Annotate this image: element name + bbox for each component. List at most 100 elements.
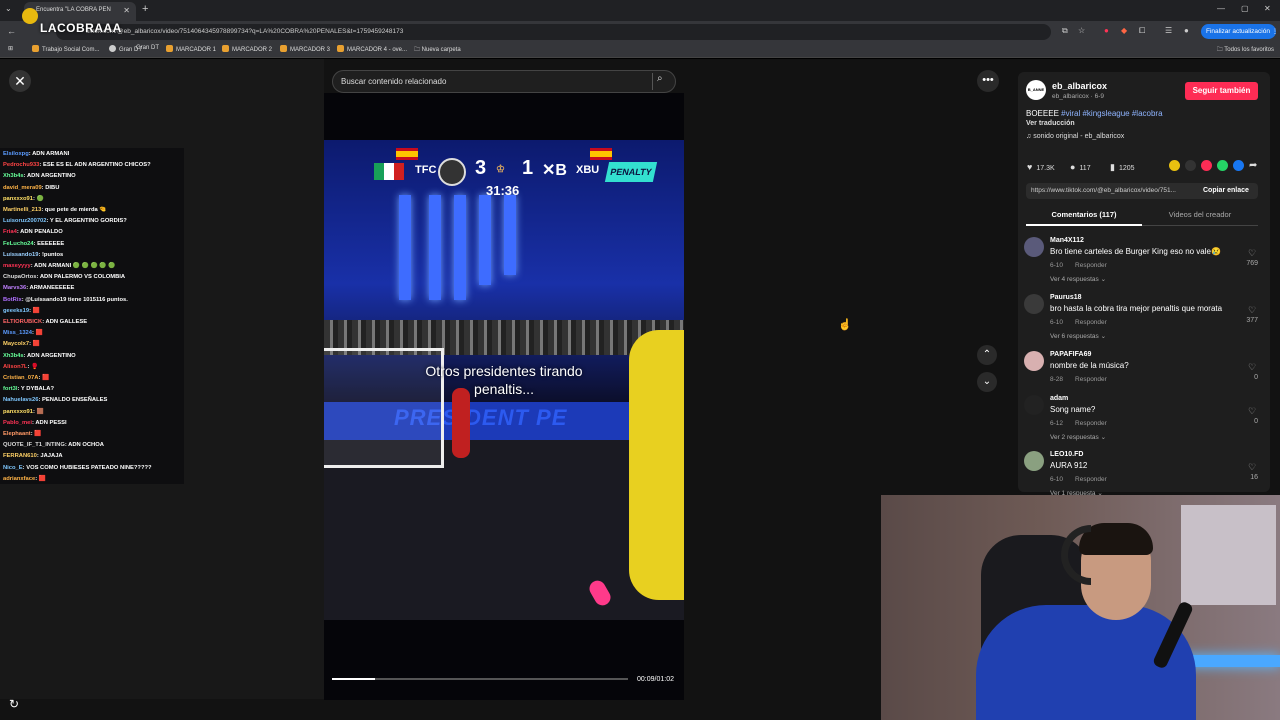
tab-creator-videos[interactable]: Videos del creador bbox=[1142, 204, 1258, 226]
comment-username[interactable]: adam bbox=[1050, 395, 1068, 402]
chat-username[interactable]: adrianxface bbox=[3, 476, 35, 482]
chat-username[interactable]: FERRAN610 bbox=[3, 453, 37, 459]
chat-username[interactable]: ChupaOrtos bbox=[3, 274, 37, 280]
comment-avatar[interactable] bbox=[1024, 451, 1044, 471]
browser-tab[interactable]: Encuentra "LA COBRA PEN ✕ bbox=[24, 2, 136, 21]
comment-username[interactable]: PAPAFIFA69 bbox=[1050, 351, 1091, 358]
media-icon[interactable]: ☰ bbox=[1165, 26, 1172, 35]
chat-username[interactable]: Elephaant bbox=[3, 431, 31, 437]
extensions-icon[interactable]: ⧠ bbox=[1139, 26, 1145, 36]
reply-button[interactable]: Responder bbox=[1075, 262, 1107, 269]
chat-username[interactable]: geeeks19 bbox=[3, 308, 29, 314]
bookmark-star-icon[interactable]: ☆ bbox=[1078, 26, 1085, 35]
update-button[interactable]: Finalizar actualización ⋮ bbox=[1201, 24, 1278, 39]
comment-stat[interactable]: ● 117 bbox=[1070, 162, 1091, 172]
chat-username[interactable]: Nahuelavs26 bbox=[3, 397, 38, 403]
comment-heart-icon[interactable]: ♡ bbox=[1248, 406, 1256, 417]
copy-link-button[interactable]: Copiar enlace bbox=[1203, 187, 1249, 194]
search-icon[interactable]: ⌕ bbox=[652, 73, 670, 90]
previous-video-icon[interactable]: ⌃ bbox=[977, 345, 997, 365]
chat-username[interactable]: Marvs36 bbox=[3, 285, 26, 291]
tab-close-icon[interactable]: ✕ bbox=[123, 6, 130, 15]
back-icon[interactable]: ← bbox=[7, 26, 16, 36]
view-replies-link[interactable]: Ver 4 respuestas ⌄ bbox=[1050, 275, 1106, 283]
chat-username[interactable]: ELTIORUBICK bbox=[3, 319, 42, 325]
view-replies-link[interactable]: Ver 2 respuestas ⌄ bbox=[1050, 433, 1106, 441]
comment-username[interactable]: Paurus18 bbox=[1050, 294, 1082, 301]
translate-link[interactable]: Ver traducción bbox=[1026, 120, 1075, 127]
more-options-icon[interactable]: ••• bbox=[977, 70, 999, 92]
all-favorites[interactable]: 🗀 Todos los favoritos bbox=[1217, 45, 1274, 55]
install-icon[interactable]: ⧉ bbox=[1062, 26, 1068, 36]
comment-avatar[interactable] bbox=[1024, 237, 1044, 257]
bookmark-5[interactable]: MARCADOR 4 - ove... bbox=[337, 45, 407, 53]
embed-share-icon[interactable] bbox=[1185, 160, 1196, 171]
comment-avatar[interactable] bbox=[1024, 395, 1044, 415]
chat-username[interactable]: Maycolx7 bbox=[3, 341, 29, 347]
apps-icon[interactable]: ⊞ bbox=[8, 45, 13, 52]
chat-username[interactable]: panxxxo91 bbox=[3, 196, 33, 202]
avatar[interactable]: B_ANNE bbox=[1026, 80, 1046, 100]
window-close-icon[interactable]: ✕ bbox=[1264, 4, 1271, 13]
reply-button[interactable]: Responder bbox=[1075, 376, 1107, 383]
chat-username[interactable]: david_mera09 bbox=[3, 185, 42, 191]
extension-2-icon[interactable]: ◆ bbox=[1121, 26, 1127, 35]
comment-heart-icon[interactable]: ♡ bbox=[1248, 462, 1256, 473]
bookmark-2[interactable]: MARCADOR 1 bbox=[166, 45, 216, 53]
coin-share-icon[interactable] bbox=[1169, 160, 1180, 171]
chat-username[interactable]: BotRix bbox=[3, 297, 22, 303]
chat-username[interactable]: fort3l bbox=[3, 386, 18, 392]
reply-button[interactable]: Responder bbox=[1075, 319, 1107, 326]
extension-icon[interactable]: ● bbox=[1104, 26, 1109, 35]
whatsapp-icon[interactable] bbox=[1217, 160, 1228, 171]
chat-username[interactable]: Luissando19 bbox=[3, 252, 38, 258]
sound-link[interactable]: ♫ sonido original - eb_albaricox bbox=[1026, 133, 1124, 140]
chat-username[interactable]: Pablo_mei bbox=[3, 420, 32, 426]
comment-heart-icon[interactable]: ♡ bbox=[1248, 248, 1256, 259]
maximize-icon[interactable]: ▢ bbox=[1241, 4, 1249, 13]
chat-username[interactable]: Alison7L bbox=[3, 364, 27, 370]
like-stat[interactable]: ♥ 17.3K bbox=[1027, 162, 1055, 172]
close-viewer-icon[interactable]: ✕ bbox=[9, 70, 31, 92]
comment-username[interactable]: Man4X112 bbox=[1050, 237, 1084, 244]
follow-button[interactable]: Seguir también bbox=[1185, 82, 1258, 100]
view-replies-link[interactable]: Ver 6 respuestas ⌄ bbox=[1050, 332, 1106, 340]
post-username[interactable]: eb_albaricox bbox=[1052, 81, 1107, 91]
search-input[interactable]: Buscar contenido relacionado bbox=[332, 70, 676, 93]
hashtags[interactable]: #viral #kingsleague #lacobra bbox=[1061, 109, 1162, 118]
profile-icon[interactable]: ● bbox=[1184, 26, 1189, 35]
next-video-icon[interactable]: ⌄ bbox=[977, 372, 997, 392]
bookmark-0[interactable]: Trabajo Social Com... bbox=[32, 45, 99, 53]
new-tab-icon[interactable]: + bbox=[142, 3, 148, 15]
send-share-icon[interactable] bbox=[1201, 160, 1212, 171]
save-stat[interactable]: ▮ 1205 bbox=[1110, 162, 1135, 173]
tab-search-icon[interactable]: ⌄ bbox=[5, 4, 12, 13]
url-bar[interactable]: tiktok.com/@eb_albaricox/video/751406434… bbox=[56, 24, 1051, 40]
comment-heart-icon[interactable]: ♡ bbox=[1248, 362, 1256, 373]
tab-comments[interactable]: Comentarios (117) bbox=[1026, 204, 1142, 226]
minimize-icon[interactable]: — bbox=[1217, 4, 1225, 13]
reply-button[interactable]: Responder bbox=[1075, 476, 1107, 483]
chat-username[interactable]: Nico_E bbox=[3, 465, 23, 471]
chat-username[interactable]: Miss_1324 bbox=[3, 330, 32, 336]
bookmark-3[interactable]: MARCADOR 2 bbox=[222, 45, 272, 53]
facebook-icon[interactable] bbox=[1233, 160, 1244, 171]
comment-username[interactable]: LEO10.FD bbox=[1050, 451, 1083, 458]
share-arrow-icon[interactable]: ➦ bbox=[1249, 160, 1257, 171]
bookmark-1b[interactable]: Gran DT bbox=[136, 45, 159, 51]
chat-username[interactable]: Elsiloxpg bbox=[3, 151, 29, 157]
comment-avatar[interactable] bbox=[1024, 294, 1044, 314]
bookmark-6[interactable]: 🗀 Nueva carpeta bbox=[414, 45, 461, 55]
chat-username[interactable]: Pedrochu933 bbox=[3, 162, 39, 168]
bookmark-4[interactable]: MARCADOR 3 bbox=[280, 45, 330, 53]
chat-username[interactable]: maxeyyyy bbox=[3, 263, 31, 269]
reply-button[interactable]: Responder bbox=[1075, 420, 1107, 427]
comment-heart-icon[interactable]: ♡ bbox=[1248, 305, 1256, 316]
chat-username[interactable]: Fria4 bbox=[3, 229, 17, 235]
chat-username[interactable]: FeLucho24 bbox=[3, 241, 34, 247]
chat-username[interactable]: Cristian_07A bbox=[3, 375, 38, 381]
chat-username[interactable]: QUOTE_IF_T1_INTING bbox=[3, 442, 65, 448]
chat-username[interactable]: Xh3b4s bbox=[3, 353, 24, 359]
chat-username[interactable]: Luisoruz200702 bbox=[3, 218, 47, 224]
comment-avatar[interactable] bbox=[1024, 351, 1044, 371]
